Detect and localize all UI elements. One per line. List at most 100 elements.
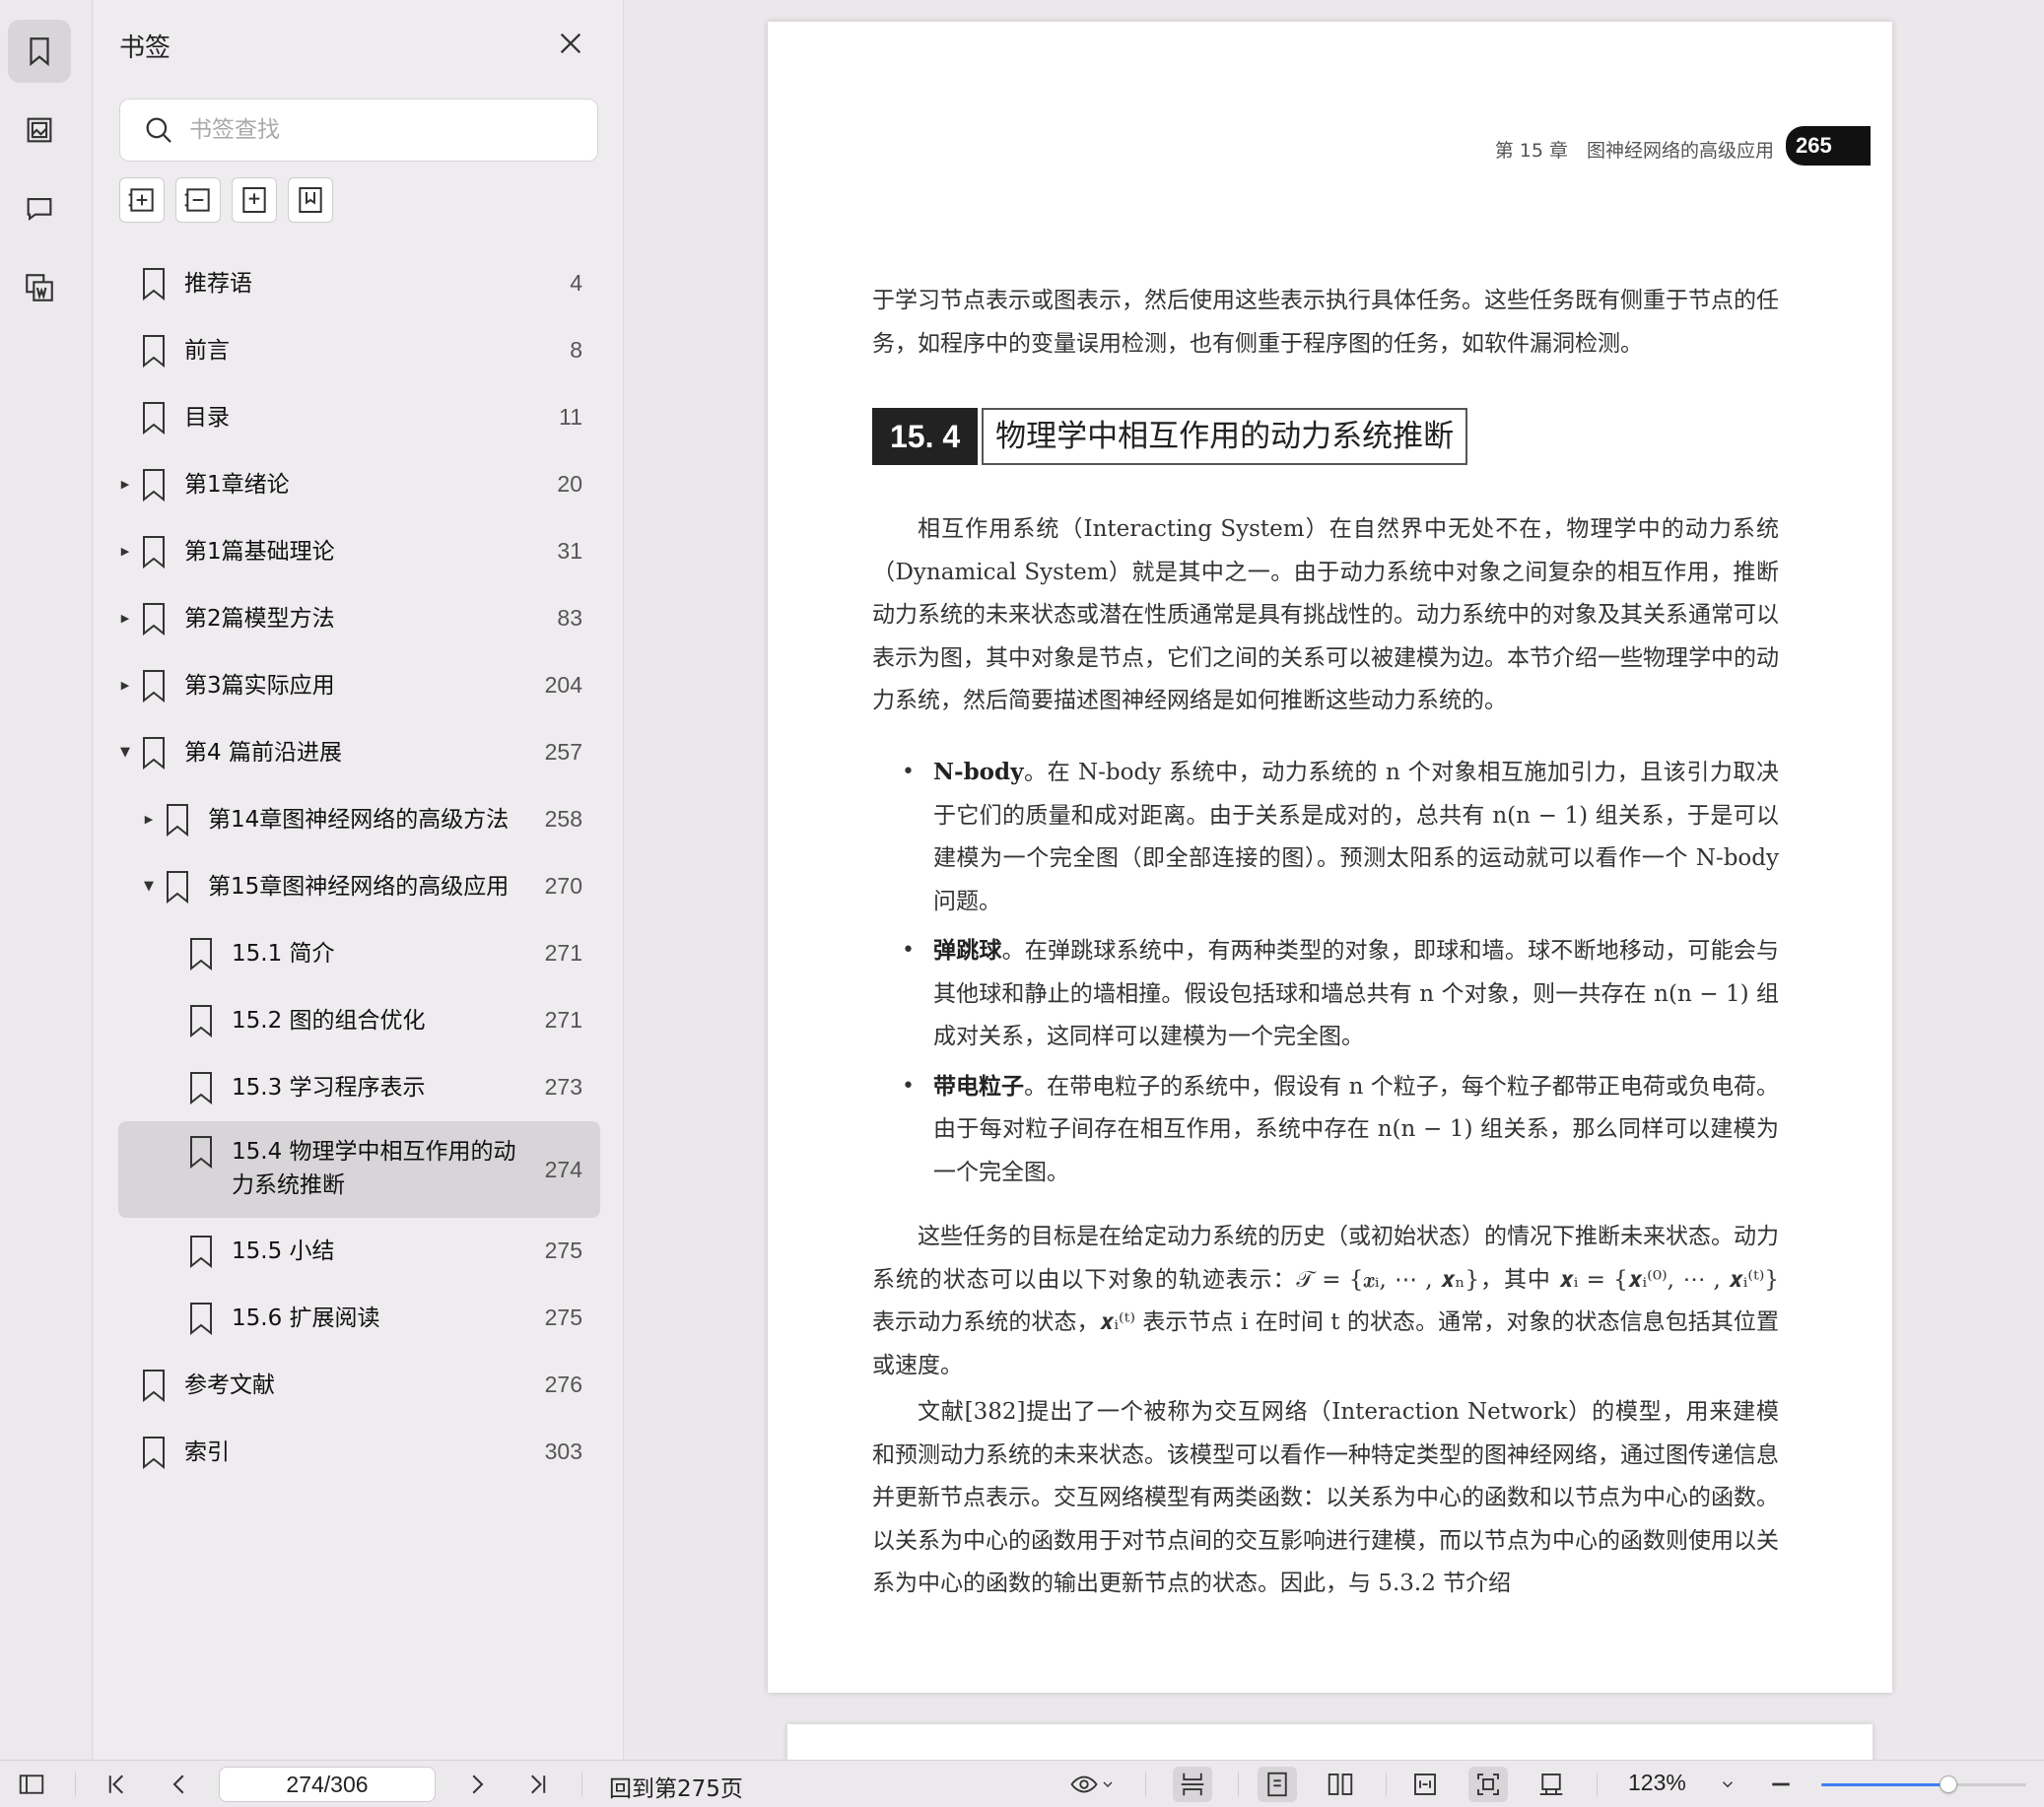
system-type-item: N-body。在 N-body 系统中，动力系统的 n 个对象相互施加引力，且该…	[872, 751, 1779, 923]
bookmark-label: 第15章图神经网络的高级应用	[208, 874, 510, 900]
add-bookmark-button[interactable]	[232, 177, 277, 223]
bookmark-item[interactable]: 15.3 学习程序表示 273	[94, 1054, 624, 1121]
bookmark-label: 第1篇基础理论	[184, 539, 335, 565]
document-page: 第 15 章 图神经网络的高级应用 265 于学习节点表示或图表示，然后使用这些…	[768, 22, 1892, 1693]
actual-size-button[interactable]	[1532, 1767, 1571, 1802]
return-to-page-link[interactable]: 回到第275页	[609, 1770, 743, 1803]
caret-right-icon[interactable]: ▶	[141, 812, 157, 828]
last-page-button[interactable]	[520, 1767, 556, 1802]
bookmark-current-button[interactable]	[288, 177, 333, 223]
bookmark-item[interactable]: 推荐语 4	[94, 250, 624, 317]
zoom-slider-thumb[interactable]	[1939, 1775, 1957, 1793]
bookmark-icon	[141, 1436, 167, 1470]
bookmark-page-number: 83	[557, 605, 582, 631]
thumbnails-panel-button[interactable]	[8, 99, 71, 162]
caret-right-icon[interactable]: ▶	[117, 678, 133, 694]
zoom-out-button[interactable]	[1764, 1767, 1798, 1802]
word-document-icon	[26, 274, 53, 301]
expand-all-button[interactable]	[119, 177, 165, 223]
bookmark-label: 15.6 扩展阅读	[232, 1305, 380, 1331]
chevron-down-icon	[1103, 1781, 1113, 1787]
bookmark-page-number: 275	[544, 1305, 582, 1330]
comments-panel-button[interactable]	[8, 177, 71, 240]
bookmark-icon	[141, 602, 167, 636]
previous-page-button[interactable]	[162, 1767, 197, 1802]
bookmark-page-number: 276	[544, 1372, 582, 1397]
toggle-sidebar-button[interactable]	[14, 1767, 49, 1802]
fit-width-button[interactable]	[1405, 1767, 1445, 1802]
bookmark-item[interactable]: 15.1 简介 271	[94, 920, 624, 987]
bookmark-item[interactable]: ▶ 第1章绪论 20	[94, 451, 624, 518]
page-number-input[interactable]	[219, 1767, 436, 1802]
document-viewport[interactable]: 第 15 章 图神经网络的高级应用 265 于学习节点表示或图表示，然后使用这些…	[625, 0, 2044, 1760]
bookmark-item[interactable]: 15.2 图的组合优化 271	[94, 987, 624, 1054]
comment-icon	[27, 198, 52, 222]
bookmark-item[interactable]: 前言 8	[94, 317, 624, 384]
bookmark-icon	[30, 37, 49, 67]
next-page-button[interactable]	[459, 1767, 495, 1802]
system-type-term: N-body	[933, 759, 1024, 785]
first-page-button[interactable]	[99, 1767, 134, 1802]
divider	[1597, 1773, 1598, 1796]
image-thumbnail-icon	[27, 117, 52, 143]
bookmark-label: 前言	[184, 338, 230, 364]
bookmark-page-number: 4	[570, 270, 582, 296]
bookmark-search-input[interactable]	[189, 117, 564, 143]
bookmarks-panel-button[interactable]	[8, 20, 71, 83]
close-icon[interactable]	[555, 28, 586, 59]
bookmark-item[interactable]: ▼ 第4 篇前沿进展 257	[94, 719, 624, 786]
bookmark-item[interactable]: ▶ 第3篇实际应用 204	[94, 652, 624, 719]
system-type-term: 弹跳球	[933, 937, 1002, 964]
word-export-panel-button[interactable]	[8, 256, 71, 319]
bookmark-page-number: 275	[544, 1238, 582, 1263]
fit-page-button[interactable]	[1468, 1767, 1508, 1802]
bookmark-item[interactable]: 参考文献 276	[94, 1352, 624, 1419]
bookmark-label-line: 15.4 物理学中相互作用的动	[232, 1139, 516, 1165]
bookmark-tree: 推荐语 4 前言 8 目录 11 ▶ 第1章绪论 20 ▶ 第1篇基础理论 31 ▶ 第2篇模型方法 83 ▶…	[94, 250, 624, 1486]
caret-down-icon[interactable]: ▼	[117, 745, 133, 761]
bookmark-item[interactable]: 15.5 小结 275	[94, 1218, 624, 1285]
bookmark-item[interactable]: 15.6 扩展阅读 275	[94, 1285, 624, 1352]
caret-down-icon[interactable]: ▼	[141, 879, 157, 895]
bookmark-item[interactable]: ▶ 第14章图神经网络的高级方法 258	[94, 786, 624, 853]
first-page-icon	[108, 1774, 123, 1794]
bookmark-icon	[141, 1369, 167, 1403]
view-mode-dropdown[interactable]	[1062, 1767, 1122, 1802]
bookmark-item[interactable]: ▶ 第1篇基础理论 31	[94, 518, 624, 585]
divider	[1145, 1773, 1146, 1796]
bookmark-icon	[165, 803, 190, 837]
bookmark-label: 15.2 图的组合优化	[232, 1008, 426, 1034]
collapse-all-icon	[184, 188, 210, 212]
last-page-icon	[531, 1774, 546, 1794]
caret-right-icon[interactable]: ▶	[117, 477, 133, 493]
zoom-dropdown-button[interactable]	[1715, 1767, 1740, 1802]
caret-right-icon[interactable]: ▶	[117, 544, 133, 560]
left-tool-rail	[0, 0, 93, 1760]
bookmark-icon	[188, 937, 214, 971]
system-type-term: 带电粒子	[933, 1072, 1025, 1100]
bookmark-icon	[141, 334, 167, 368]
bookmark-item[interactable]: 15.4 物理学中相互作用的动 力系统推断 274	[118, 1121, 600, 1218]
add-bookmark-icon	[242, 187, 266, 213]
collapse-all-button[interactable]	[175, 177, 221, 223]
bookmark-item[interactable]: ▼ 第15章图神经网络的高级应用 270	[94, 853, 624, 920]
divider	[75, 1773, 76, 1796]
paragraph-task-goal: 这些任务的目标是在给定动力系统的历史（或初始状态）的情况下推断未来状态。动力系统…	[872, 1224, 1779, 1378]
bookmark-icon	[141, 669, 167, 703]
single-page-button[interactable]	[1258, 1767, 1297, 1802]
section-heading: 15. 4 物理学中相互作用的动力系统推断	[872, 408, 1468, 465]
bookmark-item[interactable]: 目录 11	[94, 384, 624, 451]
bookmark-item[interactable]: 索引 303	[94, 1419, 624, 1486]
caret-right-icon[interactable]: ▶	[117, 611, 133, 627]
bookmark-label: 索引	[184, 1439, 230, 1465]
bookmark-icon	[165, 870, 190, 904]
system-type-description: 。在弹跳球系统中，有两种类型的对象，即球和墙。球不断地移动，可能会与其他球和静止…	[933, 938, 1780, 1049]
zoom-level: 123%	[1628, 1770, 1686, 1795]
continuous-scroll-button[interactable]	[1173, 1767, 1212, 1802]
bookmark-label: 第4 篇前沿进展	[184, 740, 342, 766]
zoom-slider[interactable]	[1821, 1775, 2026, 1793]
bookmark-icon	[141, 401, 167, 435]
two-page-button[interactable]	[1321, 1767, 1360, 1802]
bookmark-item[interactable]: ▶ 第2篇模型方法 83	[94, 585, 624, 652]
paragraph-interaction-network: 文献[382]提出了一个被称为交互网络（Interaction Network）…	[872, 1399, 1779, 1596]
